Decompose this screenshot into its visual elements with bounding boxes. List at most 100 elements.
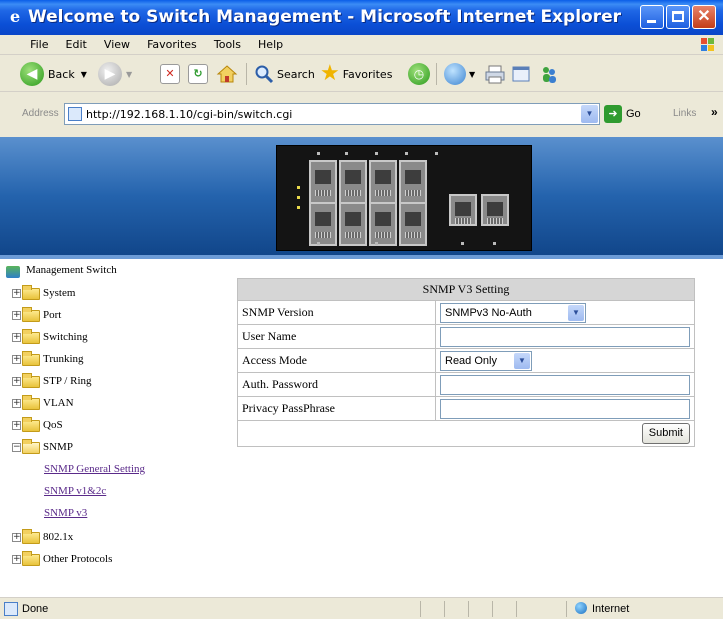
menu-view[interactable]: View bbox=[97, 35, 137, 51]
access-mode-select[interactable]: Read Only ▼ bbox=[440, 350, 532, 371]
maximize-button[interactable] bbox=[666, 5, 690, 29]
expand-icon[interactable]: + bbox=[12, 355, 21, 364]
switch-port bbox=[339, 160, 367, 204]
row-user-name: User Name bbox=[237, 324, 695, 349]
print-icon bbox=[485, 65, 505, 84]
minimize-icon bbox=[647, 20, 656, 23]
expand-icon[interactable]: + bbox=[12, 533, 21, 542]
back-button[interactable]: ◀ Back ▼ bbox=[20, 60, 87, 88]
home-icon bbox=[216, 65, 238, 83]
chevron-right-icon[interactable]: » bbox=[711, 105, 718, 119]
chevron-down-icon: ▼ bbox=[469, 69, 476, 79]
menu-bar: File Edit View Favorites Tools Help bbox=[0, 35, 723, 55]
row-submit: Submit bbox=[237, 420, 695, 447]
collapse-icon[interactable]: − bbox=[12, 443, 21, 452]
go-arrow-icon: ➜ bbox=[604, 105, 622, 123]
search-icon bbox=[255, 65, 274, 84]
browser-window: e Welcome to Switch Management - Microso… bbox=[0, 0, 723, 619]
switch-port bbox=[369, 202, 397, 246]
chevron-down-icon[interactable]: ▼ bbox=[581, 105, 598, 123]
menu-edit[interactable]: Edit bbox=[59, 35, 94, 51]
auth-password-input[interactable] bbox=[440, 374, 690, 395]
messenger-button[interactable] bbox=[538, 60, 560, 88]
search-button[interactable]: Search bbox=[254, 60, 315, 88]
menu-tools[interactable]: Tools bbox=[207, 35, 248, 51]
uplink-port bbox=[449, 194, 477, 226]
status-divider bbox=[566, 601, 567, 617]
stop-button[interactable]: ✕ bbox=[160, 60, 180, 88]
page-done-icon bbox=[4, 602, 18, 616]
switch-port bbox=[339, 202, 367, 246]
toolbar: ◀ Back ▼ ▶ ▼ ✕ ↻ Search ★ Favorites ◷ ▼ bbox=[0, 56, 723, 92]
folder-icon bbox=[22, 417, 40, 432]
open-folder-icon bbox=[22, 439, 40, 454]
mail-button[interactable]: ▼ bbox=[444, 60, 475, 88]
maximize-icon bbox=[672, 11, 684, 22]
print-button[interactable] bbox=[484, 60, 506, 88]
toolbar-separator bbox=[436, 63, 437, 85]
chevron-down-icon[interactable]: ▼ bbox=[514, 352, 530, 369]
folder-icon bbox=[22, 373, 40, 388]
uplink-port bbox=[481, 194, 509, 226]
expand-icon[interactable]: + bbox=[12, 377, 21, 386]
address-bar: Address http://192.168.1.10/cgi-bin/swit… bbox=[0, 93, 723, 137]
menu-file[interactable]: File bbox=[23, 35, 55, 51]
switch-port bbox=[309, 202, 337, 246]
privacy-passphrase-input[interactable] bbox=[440, 398, 690, 419]
close-icon: ✕ bbox=[697, 8, 711, 25]
snmp-version-select[interactable]: SNMPv3 No-Auth ▼ bbox=[440, 302, 586, 323]
menu-help[interactable]: Help bbox=[251, 35, 290, 51]
refresh-icon: ↻ bbox=[188, 64, 208, 84]
stop-icon: ✕ bbox=[160, 64, 180, 84]
go-button[interactable]: ➜ Go bbox=[604, 104, 641, 124]
address-label: Address bbox=[22, 108, 59, 119]
access-mode-value: Read Only bbox=[445, 354, 497, 367]
forward-arrow-icon: ▶ bbox=[98, 62, 122, 86]
home-button[interactable] bbox=[216, 60, 238, 88]
submit-button[interactable]: Submit bbox=[641, 423, 690, 444]
auth-password-label: Auth. Password bbox=[237, 372, 436, 397]
favorites-button[interactable]: ★ Favorites bbox=[320, 60, 392, 88]
chevron-down-icon[interactable]: ▼ bbox=[568, 304, 584, 321]
status-text: Done bbox=[22, 603, 49, 615]
go-label: Go bbox=[626, 108, 641, 120]
links-label[interactable]: Links bbox=[673, 108, 696, 119]
switch-panel-image bbox=[276, 145, 532, 251]
internet-globe-icon bbox=[575, 602, 587, 614]
form-title: SNMP V3 Setting bbox=[237, 278, 695, 301]
expand-icon[interactable]: + bbox=[12, 399, 21, 408]
switch-banner bbox=[0, 137, 723, 255]
star-icon: ★ bbox=[320, 61, 340, 86]
security-zone: Internet bbox=[592, 603, 630, 615]
favorites-label: Favorites bbox=[342, 67, 393, 81]
user-name-input[interactable] bbox=[440, 326, 690, 347]
page-icon bbox=[68, 107, 82, 121]
access-mode-label: Access Mode bbox=[237, 348, 436, 373]
user-name-label: User Name bbox=[237, 324, 436, 349]
address-input[interactable]: http://192.168.1.10/cgi-bin/switch.cgi ▼ bbox=[64, 103, 600, 125]
status-divider bbox=[420, 601, 421, 617]
status-divider bbox=[516, 601, 517, 617]
expand-icon[interactable]: + bbox=[12, 311, 21, 320]
expand-icon[interactable]: + bbox=[12, 289, 21, 298]
expand-icon[interactable]: + bbox=[12, 555, 21, 564]
expand-icon[interactable]: + bbox=[12, 333, 21, 342]
folder-icon bbox=[22, 351, 40, 366]
history-button[interactable]: ◷ bbox=[408, 60, 430, 88]
edit-button[interactable] bbox=[510, 60, 532, 88]
toolbar-separator bbox=[246, 63, 247, 85]
row-access-mode: Access Mode Read Only ▼ bbox=[237, 348, 695, 373]
row-privacy-passphrase: Privacy PassPhrase bbox=[237, 396, 695, 421]
minimize-button[interactable] bbox=[640, 5, 664, 29]
title-bar: e Welcome to Switch Management - Microso… bbox=[0, 0, 723, 35]
expand-icon[interactable]: + bbox=[12, 421, 21, 430]
row-snmp-version: SNMP Version SNMPv3 No-Auth ▼ bbox=[237, 300, 695, 325]
ie-logo-icon: e bbox=[10, 7, 21, 26]
menu-favorites[interactable]: Favorites bbox=[140, 35, 204, 51]
refresh-button[interactable]: ↻ bbox=[188, 60, 208, 88]
status-bar: Done Internet bbox=[0, 597, 723, 619]
address-url: http://192.168.1.10/cgi-bin/switch.cgi bbox=[86, 108, 293, 121]
forward-button[interactable]: ▶ ▼ bbox=[98, 60, 132, 88]
close-button[interactable]: ✕ bbox=[692, 5, 716, 29]
back-label: Back bbox=[48, 67, 75, 81]
